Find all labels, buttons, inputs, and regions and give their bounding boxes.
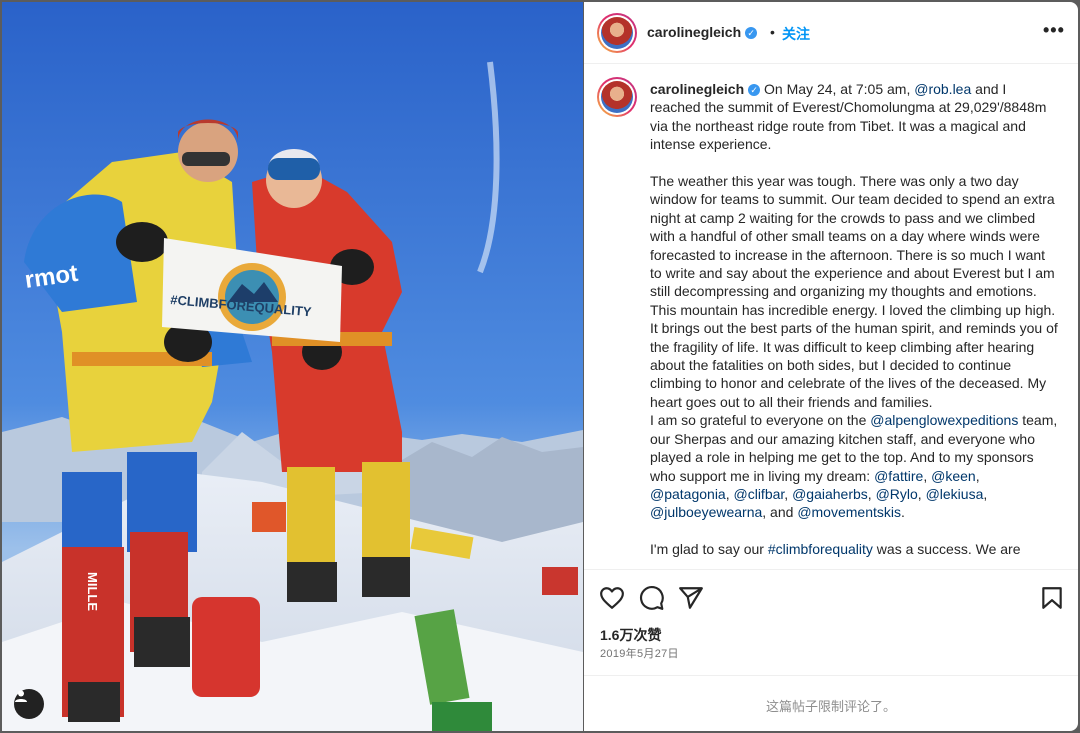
sponsor-separator: ,: [784, 485, 793, 502]
mention-link[interactable]: @rob.lea: [914, 81, 971, 97]
sponsor-separator: ,: [867, 485, 876, 502]
sponsor-mention-link[interactable]: @gaiaherbs: [792, 486, 868, 502]
hashtag-link[interactable]: #climbforequality: [768, 541, 873, 557]
more-options-button[interactable]: •••: [1043, 20, 1065, 41]
caption-p1a: On May 24, at 7:05 am,: [764, 81, 911, 97]
verified-badge-icon: ✓: [748, 84, 761, 96]
header-username[interactable]: carolinegleich ✓: [647, 24, 758, 40]
post-side-panel: carolinegleich ✓ • 关注 ••• carolinegleich ✓…: [584, 2, 1078, 731]
post-header: carolinegleich ✓ • 关注 •••: [584, 2, 1078, 64]
sponsor-separator: ,: [983, 485, 988, 502]
person-icon: [15, 690, 27, 702]
bookmark-icon[interactable]: [1039, 585, 1065, 611]
post-date[interactable]: 2019年5月27日: [600, 645, 679, 661]
sponsor-mention-link[interactable]: @clifbar: [734, 486, 785, 502]
caption-avatar[interactable]: [597, 77, 637, 117]
sponsor-mention-link[interactable]: @patagonia: [650, 486, 726, 502]
follow-button[interactable]: 关注: [782, 24, 810, 44]
sponsor-separator: ,: [975, 467, 980, 484]
sponsor-mention-link[interactable]: @keen: [931, 468, 976, 484]
comments-footer: 这篇帖子限制评论了。: [584, 675, 1078, 731]
post-window: #CLIMBFOREQUALITY rmot MILLE carolinegle…: [0, 0, 1080, 733]
comments-limited-notice: 这篇帖子限制评论了。: [765, 699, 896, 714]
caption-p3a: I am so grateful to everyone on the: [650, 412, 867, 429]
caption-p4b: was a success. We are: [876, 541, 1021, 558]
sponsor-mention-link[interactable]: @fattire: [874, 468, 923, 484]
boot-brand-text: MILLE: [85, 572, 100, 611]
post-photo[interactable]: #CLIMBFOREQUALITY rmot MILLE: [2, 2, 583, 731]
comment-icon[interactable]: [639, 585, 665, 611]
tagged-user-button[interactable]: [14, 689, 44, 719]
summit-photo-illustration: #CLIMBFOREQUALITY rmot MILLE: [2, 2, 583, 731]
post-actions: 1.6万次赞 2019年5月27日: [584, 569, 1078, 689]
sponsor-separator: .: [901, 504, 905, 521]
likes-count[interactable]: 1.6万次赞: [600, 625, 661, 645]
sponsor-separator: ,: [923, 467, 932, 484]
caption-text: carolinegleich ✓ On May 24, at 7:05 am, @…: [650, 80, 1060, 559]
share-icon[interactable]: [678, 585, 704, 611]
sponsor-mention-link[interactable]: @movementskis: [797, 504, 901, 520]
avatar[interactable]: [597, 13, 637, 53]
verified-badge-icon: ✓: [745, 27, 758, 39]
sponsor-mention-link[interactable]: @Rylo: [876, 486, 918, 502]
sponsor-separator: ,: [917, 485, 926, 502]
separator-dot: •: [770, 24, 775, 40]
caption-p2: The weather this year was tough. There w…: [650, 173, 1058, 410]
sponsor-separator: , and: [762, 504, 798, 521]
sponsor-mention-link[interactable]: @lekiusa: [926, 486, 984, 502]
heart-icon[interactable]: [599, 585, 625, 611]
mention-link[interactable]: @alpenglowexpeditions: [870, 412, 1018, 428]
caption-username[interactable]: carolinegleich: [650, 81, 744, 97]
sponsor-mention-link[interactable]: @julboeyewearna: [650, 504, 762, 520]
sponsor-separator: ,: [725, 485, 734, 502]
caption-p4a: I'm glad to say our: [650, 541, 764, 558]
caption-area[interactable]: carolinegleich ✓ On May 24, at 7:05 am, @…: [584, 65, 1078, 569]
